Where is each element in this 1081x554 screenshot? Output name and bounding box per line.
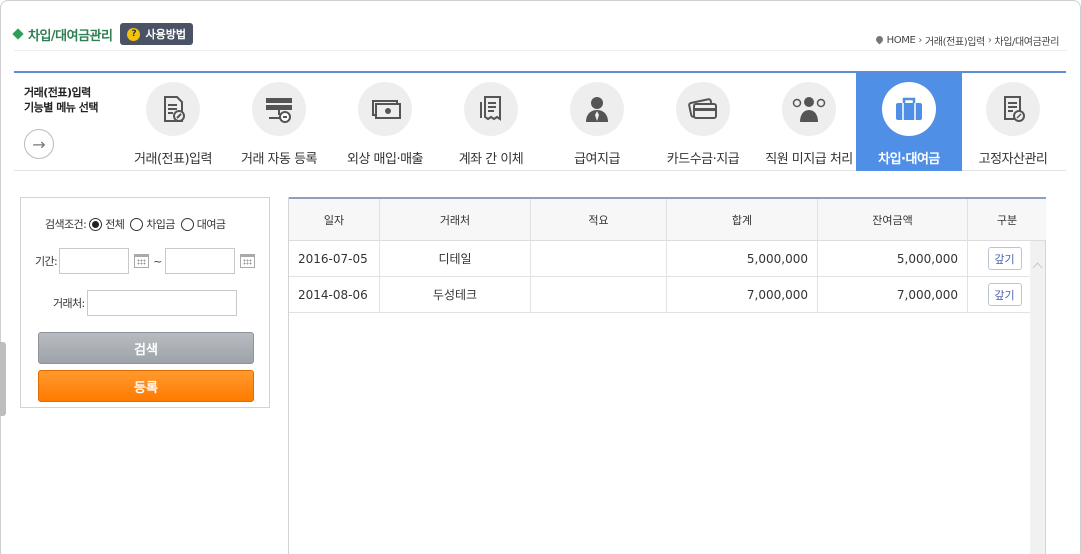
cell-date: 2014-08-06 <box>289 277 380 312</box>
businessman-icon <box>782 82 836 136</box>
header-divider <box>14 50 1067 51</box>
menu-item-loan[interactable]: 차입·대여금 <box>856 73 962 171</box>
menu-intro-line1: 거래(전표)입력 <box>24 86 91 99</box>
condition-label: 검색조건: <box>45 218 87 231</box>
table-row[interactable]: 2014-08-06 두성테크 7,000,000 7,000,000 갚기 <box>289 277 1041 313</box>
menu-item-fixed-assets[interactable]: 고정자산관리 <box>960 73 1066 171</box>
cell-remaining: 7,000,000 <box>818 277 968 312</box>
calendar-icon[interactable] <box>239 254 255 268</box>
table-scrollbar[interactable] <box>1030 241 1045 554</box>
menu-item-label: 카드수금·지급 <box>666 152 740 167</box>
radio-dot[interactable] <box>89 217 103 231</box>
table-row[interactable]: 2016-07-05 디테일 5,000,000 5,000,000 갚기 <box>289 241 1041 277</box>
question-icon: ? <box>127 27 141 41</box>
col-memo: 적요 <box>531 199 667 241</box>
period-label: 기간: <box>35 255 58 268</box>
network-auto-icon <box>252 82 306 136</box>
cell-memo <box>531 277 667 312</box>
location-pin-icon <box>876 36 883 45</box>
menu-item-unpaid-staff[interactable]: 직원 미지급 처리 <box>756 73 862 171</box>
chevron-right-icon: › <box>918 35 922 46</box>
loan-table: 일자 거래처 적요 합계 잔여금액 구분 2016-07-05 디테일 5,00… <box>288 197 1046 554</box>
col-total: 합계 <box>667 199 818 241</box>
chevron-up-icon[interactable] <box>1030 259 1045 271</box>
period-separator: ~ <box>153 254 162 268</box>
cell-memo <box>531 241 667 276</box>
cell-client: 두성테크 <box>380 277 531 312</box>
cash-receivable-icon <box>358 82 412 136</box>
menu-item-receivable[interactable]: 외상 매입·매출 <box>332 73 438 171</box>
cell-remaining: 5,000,000 <box>818 241 968 276</box>
page-title: 차입/대여금관리 <box>28 28 113 44</box>
col-client: 거래처 <box>380 199 531 241</box>
function-menu-bar: 거래(전표)입력 기능별 메뉴 선택 → 거래(전표)입력 거래 자동 등록 외… <box>14 71 1066 171</box>
period-to-input[interactable] <box>164 248 235 274</box>
breadcrumb-current: 차입/대여금관리 <box>994 37 1059 48</box>
radio-all[interactable]: 전체 <box>89 216 125 232</box>
radio-dot[interactable] <box>180 217 194 231</box>
repay-button[interactable]: 갚기 <box>987 247 1022 270</box>
menu-item-label: 차입·대여금 <box>878 152 940 167</box>
table-body: 2016-07-05 디테일 5,000,000 5,000,000 갚기 20… <box>289 241 1041 313</box>
chevron-right-icon: › <box>987 35 992 46</box>
col-type: 구분 <box>996 214 1018 227</box>
menu-intro-line2: 기능별 메뉴 선택 <box>24 101 99 114</box>
radio-borrowing[interactable]: 차입금 <box>130 216 175 232</box>
radio-lending[interactable]: 대여금 <box>180 216 226 232</box>
register-button[interactable]: 등록 <box>38 370 254 402</box>
radio-dot[interactable] <box>130 217 144 231</box>
table-header: 일자 거래처 적요 합계 잔여금액 구분 <box>289 197 1046 241</box>
client-input[interactable] <box>86 290 237 316</box>
help-button[interactable]: ? 사용방법 <box>120 23 193 45</box>
period-from-input[interactable] <box>59 248 130 274</box>
radio-borrowing-label: 차입금 <box>146 218 175 231</box>
breadcrumb: HOME › 거래(전표)입력 › 차입/대여금관리 <box>876 33 1060 48</box>
col-date: 일자 <box>289 199 380 241</box>
cell-date: 2016-07-05 <box>289 241 380 276</box>
side-collapse-handle[interactable] <box>0 342 6 416</box>
employee-icon <box>570 82 624 136</box>
menu-item-auto-register[interactable]: 거래 자동 등록 <box>226 73 332 171</box>
briefcase-icon <box>882 82 936 136</box>
menu-intro: 거래(전표)입력 기능별 메뉴 선택 <box>24 85 119 115</box>
help-button-label: 사용방법 <box>145 28 186 41</box>
card-icon <box>676 82 730 136</box>
menu-item-voucher-entry[interactable]: 거래(전표)입력 <box>120 73 226 171</box>
menu-item-label: 직원 미지급 처리 <box>765 152 853 167</box>
voucher-edit-icon <box>146 82 200 136</box>
search-panel: 검색조건: 전체 차입금 대여금 기간: ~ 거래처: 검색 등록 <box>20 197 270 408</box>
repay-button[interactable]: 갚기 <box>987 283 1022 306</box>
col-remaining: 잔여금액 <box>818 199 968 241</box>
menu-item-account-transfer[interactable]: 계좌 간 이체 <box>438 73 544 171</box>
calendar-icon[interactable] <box>134 254 150 268</box>
menu-item-label: 외상 매입·매출 <box>346 152 424 167</box>
menu-item-label: 거래(전표)입력 <box>134 152 212 167</box>
menu-item-label: 거래 자동 등록 <box>240 152 318 167</box>
cell-total: 7,000,000 <box>667 277 818 312</box>
cell-client: 디테일 <box>380 241 531 276</box>
asset-document-icon <box>986 82 1040 136</box>
menu-item-label: 급여지급 <box>574 152 620 167</box>
menu-item-salary[interactable]: 급여지급 <box>544 73 650 171</box>
radio-lending-label: 대여금 <box>196 218 226 231</box>
page-header: 차입/대여금관리 ? 사용방법 <box>12 23 193 45</box>
menu-item-label: 고정자산관리 <box>978 152 1048 167</box>
search-button[interactable]: 검색 <box>38 332 254 364</box>
menu-item-label: 계좌 간 이체 <box>458 152 524 167</box>
client-row: 거래처: <box>53 290 237 316</box>
menu-item-card[interactable]: 카드수금·지급 <box>650 73 756 171</box>
arrow-right-icon[interactable]: → <box>24 129 54 159</box>
cell-total: 5,000,000 <box>667 241 818 276</box>
diamond-icon <box>12 28 24 40</box>
period-row: 기간: ~ <box>35 248 259 274</box>
breadcrumb-home[interactable]: HOME <box>887 35 916 46</box>
search-condition-row: 검색조건: 전체 차입금 대여금 <box>45 216 226 232</box>
breadcrumb-voucher[interactable]: 거래(전표)입력 <box>925 33 985 48</box>
receipt-transfer-icon <box>464 82 518 136</box>
radio-all-label: 전체 <box>105 218 125 231</box>
client-label: 거래처: <box>53 297 85 310</box>
